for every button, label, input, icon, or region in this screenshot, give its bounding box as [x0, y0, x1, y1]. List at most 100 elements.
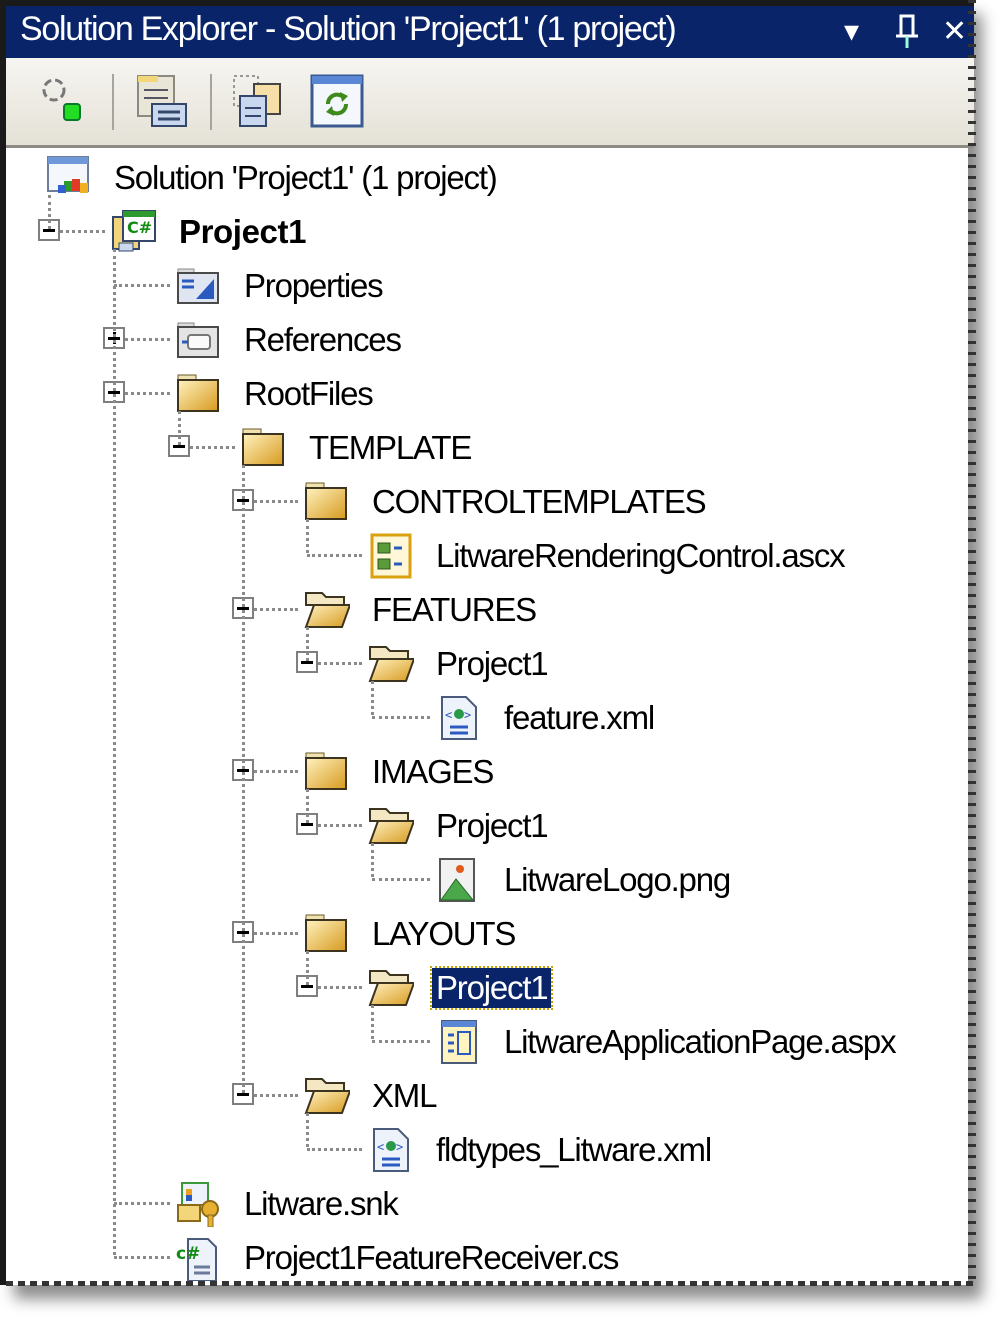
tree-item[interactable]: Litware.snk: [6, 1177, 968, 1231]
tree-item[interactable]: c# Project1FeatureReceiver.cs: [6, 1231, 968, 1285]
tree-item-label[interactable]: RootFiles: [244, 374, 374, 414]
tree-item[interactable]: < > feature.xml: [6, 691, 968, 745]
folder-open-icon: [304, 1073, 352, 1119]
tree-guide-line: [306, 627, 309, 661]
tree-item-label[interactable]: Properties: [244, 266, 384, 306]
svg-text:>: >: [396, 1140, 403, 1154]
user-control-icon: [368, 533, 414, 579]
properties-icon: [176, 263, 222, 309]
tree-item[interactable]: FEATURES: [6, 583, 968, 637]
tree-guide-line: [306, 951, 309, 985]
refresh-icon: [310, 74, 364, 128]
tree-item[interactable]: References: [6, 313, 968, 367]
refresh-button[interactable]: [310, 74, 364, 128]
show-all-files-icon: [137, 75, 187, 127]
key-file-icon: [176, 1181, 222, 1228]
tree-item[interactable]: < > fldtypes_Litware.xml: [6, 1123, 968, 1177]
tree-item[interactable]: Project1: [6, 799, 968, 853]
svg-text:<: <: [377, 1140, 384, 1154]
tree-guide-line: [178, 411, 181, 445]
tree-item-label[interactable]: Project1: [436, 806, 549, 846]
tree-item[interactable]: TEMPLATE: [6, 421, 968, 475]
close-icon[interactable]: ✕: [942, 12, 967, 52]
image-file-icon: [436, 857, 482, 903]
tree-item[interactable]: LAYOUTS: [6, 907, 968, 961]
folder-open-icon: [304, 587, 352, 633]
tree-connector-line: [307, 1148, 362, 1151]
tree-item-label[interactable]: Project1: [179, 212, 306, 252]
tree-guide-line: [48, 195, 51, 229]
csharp-project-icon: C#: [111, 209, 157, 255]
tree-item-label[interactable]: Solution 'Project1' (1 project): [114, 158, 498, 198]
tree-item-label[interactable]: fldtypes_Litware.xml: [436, 1130, 712, 1170]
toolbar-separator: [210, 74, 212, 130]
solution-tree: Solution 'Project1' (1 project) C# Project…: [6, 148, 968, 1285]
svg-text:>: >: [464, 708, 471, 722]
tree-item-label[interactable]: feature.xml: [504, 698, 655, 738]
tree-item-label-selected[interactable]: Project1: [429, 966, 554, 1010]
folder-closed-icon: [304, 749, 350, 795]
xml-file-icon: < >: [436, 695, 482, 741]
tree-item-label[interactable]: IMAGES: [372, 752, 494, 792]
xml-file-icon: < >: [368, 1127, 414, 1173]
tree-item-label[interactable]: LitwareRenderingControl.ascx: [436, 536, 846, 576]
tree-item[interactable]: CONTROLTEMPLATES: [6, 475, 968, 529]
tree-item[interactable]: LitwareRenderingControl.ascx: [6, 529, 968, 583]
tree-item[interactable]: IMAGES: [6, 745, 968, 799]
tree-guide-line: [306, 1113, 309, 1147]
tree-item[interactable]: Solution 'Project1' (1 project): [6, 151, 968, 205]
tree-item[interactable]: Project1: [6, 961, 968, 1015]
folder-open-icon: [368, 965, 416, 1011]
tree-guide-line: [242, 465, 245, 1093]
tree-connector-line: [307, 554, 362, 557]
folder-closed-icon: [241, 425, 287, 471]
title-bar: Solution Explorer - Solution 'Project1' …: [6, 0, 974, 58]
folder-closed-icon: [176, 371, 222, 417]
tree-item[interactable]: XML: [6, 1069, 968, 1123]
tree-connector-line: [114, 1256, 170, 1259]
refresh-properties-button[interactable]: [34, 74, 88, 128]
tree-connector-line: [372, 878, 430, 881]
tree-guide-line: [371, 1005, 374, 1039]
tree-item-label[interactable]: XML: [372, 1076, 437, 1116]
tree-item-label[interactable]: Project1: [436, 644, 549, 684]
refresh-green-dot-icon: [42, 78, 81, 121]
tree-item-label[interactable]: LitwareApplicationPage.aspx: [504, 1022, 897, 1062]
folder-open-icon: [368, 803, 416, 849]
tree-guide-line: [371, 681, 374, 715]
dropdown-icon[interactable]: ▾: [844, 12, 859, 52]
copy-website-button[interactable]: [232, 74, 286, 128]
tree-item-label[interactable]: TEMPLATE: [309, 428, 472, 468]
svg-text:C#: C#: [127, 218, 152, 237]
folder-open-icon: [368, 641, 416, 687]
tree-item-label[interactable]: CONTROLTEMPLATES: [372, 482, 707, 522]
torn-edge-right: [968, 0, 976, 1285]
tree-guide-line: [371, 843, 374, 877]
tree-guide-line: [113, 249, 116, 1255]
svg-text:<: <: [445, 708, 452, 722]
tree-item-label[interactable]: Project1FeatureReceiver.cs: [244, 1238, 619, 1278]
tree-item-label[interactable]: References: [244, 320, 402, 360]
tree-item[interactable]: Project1: [6, 637, 968, 691]
folder-closed-icon: [304, 479, 350, 525]
tree-item[interactable]: LitwareLogo.png: [6, 853, 968, 907]
show-all-files-button[interactable]: [134, 74, 188, 128]
tree-item[interactable]: RootFiles: [6, 367, 968, 421]
tree-connector-line: [372, 716, 430, 719]
toolbar: [6, 58, 974, 148]
tree-item-label[interactable]: FEATURES: [372, 590, 537, 630]
svg-text:c#: c#: [176, 1244, 200, 1264]
tree-item-label[interactable]: Litware.snk: [244, 1184, 399, 1224]
tree-item-label[interactable]: LitwareLogo.png: [504, 860, 731, 900]
solution-explorer-panel: Solution Explorer - Solution 'Project1' …: [0, 0, 976, 1286]
pin-icon[interactable]: [894, 12, 920, 63]
window-title: Solution Explorer - Solution 'Project1' …: [20, 10, 677, 48]
tree-item-label[interactable]: LAYOUTS: [372, 914, 516, 954]
tree-item[interactable]: C# Project1: [6, 205, 968, 259]
aspx-page-icon: [436, 1019, 482, 1065]
tree-connector-line: [114, 1202, 170, 1205]
csharp-file-icon: c#: [176, 1235, 222, 1282]
tree-item[interactable]: Properties: [6, 259, 968, 313]
toolbar-separator: [112, 74, 114, 130]
tree-item[interactable]: LitwareApplicationPage.aspx: [6, 1015, 968, 1069]
